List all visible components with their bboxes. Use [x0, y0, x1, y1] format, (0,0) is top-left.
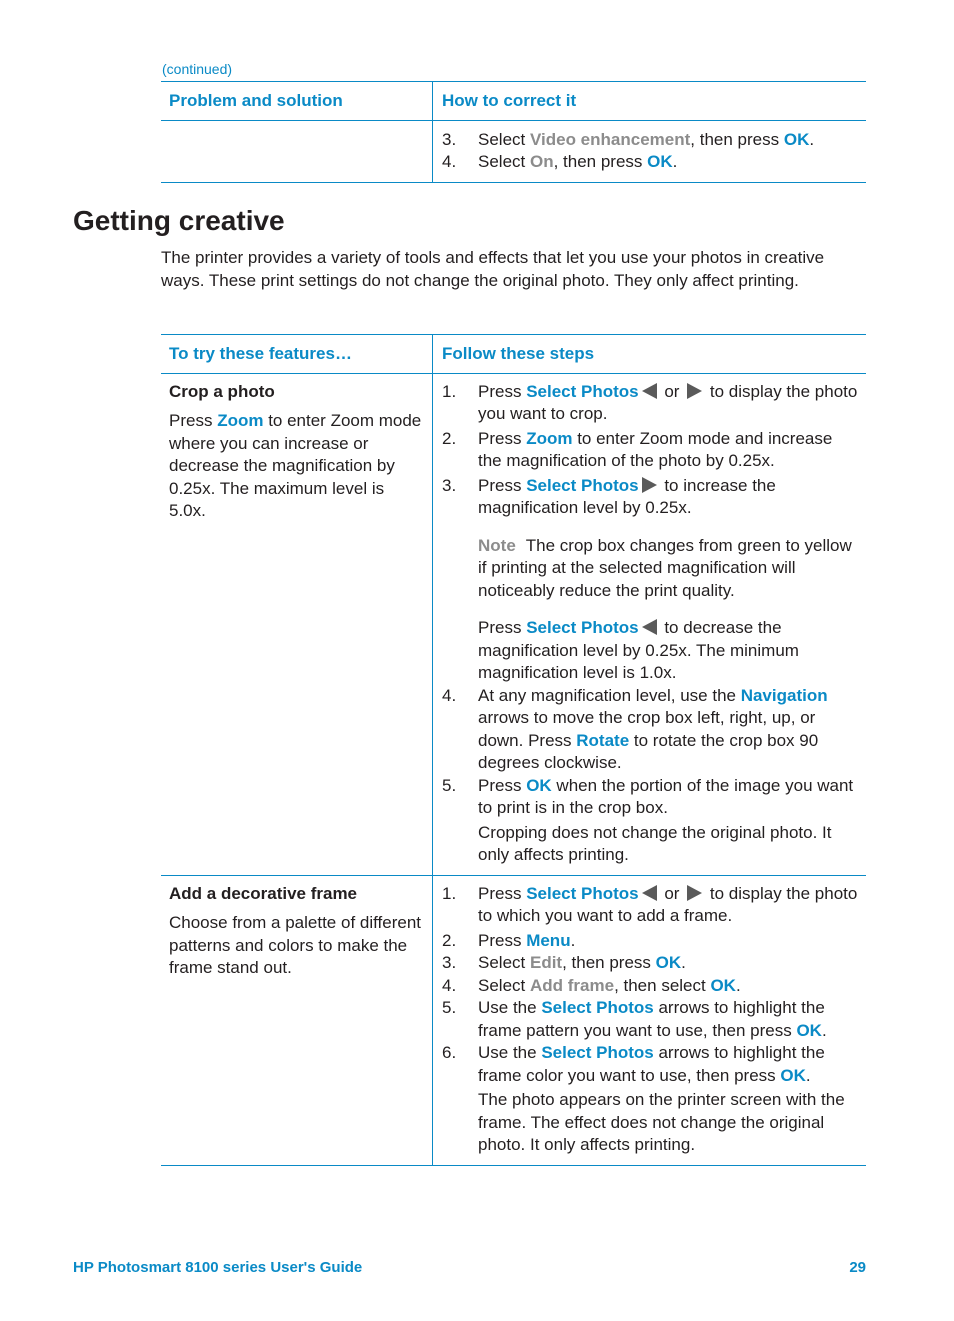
step-continuation: Press Select Photos to decrease the magn…: [478, 618, 799, 682]
list-item: 4. At any magnification level, use the Na…: [442, 685, 828, 773]
menu-option: Edit: [529, 953, 563, 972]
steps-cell: 1. Press Select Photos or to display the …: [432, 373, 866, 876]
button-name: Select Photos: [526, 381, 639, 401]
column-header: How to correct it: [432, 81, 866, 121]
button-name: OK: [783, 129, 810, 149]
button-name: Select Photos: [526, 475, 639, 495]
menu-option: On: [529, 152, 554, 171]
page-number: 29: [849, 1259, 866, 1276]
table-row-crop: Crop a photo Press Zoom to enter Zoom mo…: [161, 373, 866, 876]
table-header-row: Problem and solution How to correct it: [161, 81, 866, 121]
footer-guide-title: HP Photosmart 8100 series User's Guide: [73, 1259, 363, 1276]
list-item: 5. Use the Select Photos arrows to highli…: [442, 998, 827, 1040]
feature-title: Add a decorative frame: [169, 883, 358, 903]
list-item: 2. Press Menu.: [442, 930, 576, 950]
section-title: Getting creative: [73, 205, 285, 236]
list-item: 6. Use the Select Photos arrows to highli…: [442, 1043, 825, 1085]
button-name: OK: [780, 1065, 806, 1085]
step-footnote: The photo appears on the printer screen …: [478, 1090, 845, 1154]
step-footnote: Cropping does not change the original ph…: [478, 822, 832, 865]
table-row: 3. Select Video enhancement, then press O…: [161, 120, 866, 183]
button-name: Select Photos: [526, 618, 639, 637]
button-name: OK: [526, 775, 552, 795]
list-item: 1. Press Select Photos or to display the …: [442, 381, 858, 424]
list-item: 1. Press Select Photos or to display the …: [442, 883, 858, 926]
button-name: Select Photos: [541, 1043, 654, 1062]
list-item: 3. Select Edit, then press OK.: [442, 953, 686, 972]
left-arrow-icon: [641, 619, 657, 635]
button-name: OK: [647, 152, 673, 171]
steps-cell: 3. Select Video enhancement, then press O…: [432, 120, 866, 183]
button-name: Menu: [526, 930, 571, 950]
note-label: Note: [478, 535, 516, 555]
button-name: Zoom: [526, 428, 573, 448]
button-name: OK: [655, 953, 682, 972]
column-header: Problem and solution: [161, 81, 433, 121]
list-item: 5. Press OK when the portion of the image…: [442, 775, 854, 818]
button-name: Select Photos: [526, 883, 639, 903]
list-item: 4. Select Add frame, then select OK.: [442, 975, 741, 995]
features-table: To try these features… Follow these step…: [161, 334, 866, 1166]
button-name: OK: [710, 975, 736, 995]
left-arrow-icon: [641, 382, 657, 399]
menu-option: Video enhancement: [529, 129, 691, 149]
list-item: 3. Select Video enhancement, then press O…: [442, 129, 815, 149]
note: Note The crop box changes from green to y…: [478, 535, 852, 600]
button-name: Zoom: [217, 411, 264, 430]
feature-description: Press Zoom to enter Zoom mode where you …: [169, 411, 422, 520]
empty-cell: [161, 120, 433, 183]
button-name: Navigation: [740, 685, 828, 705]
column-header: To try these features…: [161, 334, 433, 374]
intro-paragraph: The printer provides a variety of tools …: [161, 248, 825, 290]
button-name: Select Photos: [541, 998, 654, 1017]
list-item: 3. Press Select Photos to increase the ma…: [442, 475, 776, 518]
menu-option: Add frame: [529, 975, 615, 995]
feature-cell: Add a decorative frame Choose from a pal…: [161, 875, 433, 1166]
button-name: Rotate: [576, 730, 630, 750]
list-item: 2. Press Zoom to enter Zoom mode and incr…: [442, 428, 833, 471]
button-name: OK: [796, 1020, 822, 1040]
right-arrow-icon: [687, 382, 703, 399]
feature-cell: Crop a photo Press Zoom to enter Zoom mo…: [161, 373, 433, 876]
table-header-row: To try these features… Follow these step…: [161, 334, 866, 374]
list-item: 4. Select On, then press OK.: [442, 152, 678, 171]
steps-cell: 1. Press Select Photos or to display the …: [432, 875, 866, 1166]
right-arrow-icon: [641, 476, 657, 493]
right-arrow-icon: [687, 884, 703, 901]
left-arrow-icon: [641, 884, 657, 901]
troubleshoot-table: Problem and solution How to correct it 3…: [161, 81, 866, 183]
continued-label: (continued): [162, 61, 233, 77]
feature-title: Crop a photo: [169, 381, 275, 401]
table-row-frame: Add a decorative frame Choose from a pal…: [161, 875, 866, 1166]
column-header: Follow these steps: [432, 334, 866, 374]
feature-description: Choose from a palette of different patte…: [169, 913, 422, 977]
